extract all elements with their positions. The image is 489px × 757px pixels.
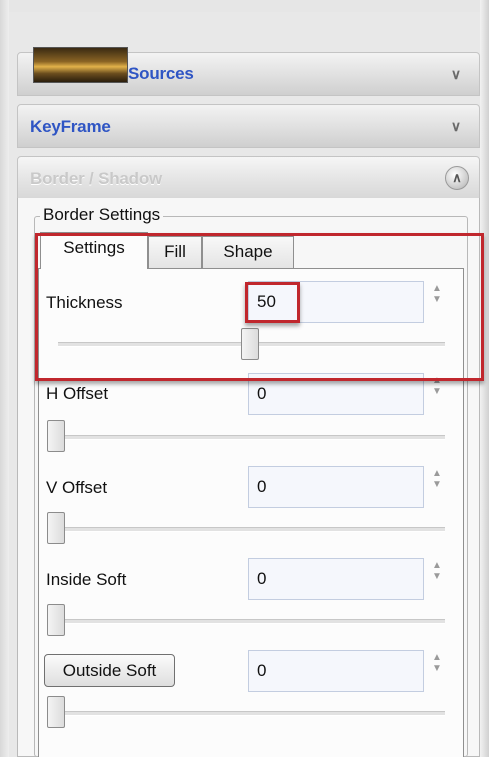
outside-soft-slider-track[interactable] (58, 711, 445, 716)
chevron-double-down-icon[interactable]: ∨ (447, 117, 465, 135)
tab-settings[interactable]: Settings (40, 232, 148, 269)
outside-soft-slider-thumb[interactable] (47, 696, 65, 728)
keyframe-label: KeyFrame (30, 117, 111, 136)
inside-soft-value: 0 (257, 569, 267, 588)
thickness-label: Thickness (46, 293, 123, 312)
v-offset-value: 0 (257, 477, 267, 496)
inside-soft-input[interactable]: 0 (248, 558, 424, 600)
v-offset-input[interactable]: 0 (248, 466, 424, 508)
window-right-edge (480, 0, 489, 757)
v-offset-label: V Offset (46, 478, 108, 497)
border-shadow-label: Border / Shadow (30, 169, 163, 188)
chevron-double-up-icon[interactable]: ∧ (445, 166, 469, 190)
outside-soft-button[interactable]: Outside Soft (44, 654, 175, 687)
thickness-spin-arrows-icon[interactable]: ▲ ▼ (428, 283, 446, 323)
source-thumbnail (33, 47, 128, 83)
border-settings-title: Border Settings (40, 205, 164, 225)
h-offset-input[interactable]: 0 (248, 373, 424, 415)
window-left-edge (0, 0, 9, 757)
thickness-input[interactable]: 50 (248, 281, 424, 323)
h-offset-label: H Offset (46, 384, 109, 403)
sources-label: Sources (128, 64, 194, 83)
v-offset-slider-thumb[interactable] (47, 512, 65, 544)
chevron-double-down-icon[interactable]: ∨ (447, 65, 465, 83)
v-offset-slider-track[interactable] (58, 527, 445, 532)
h-offset-slider-thumb[interactable] (47, 420, 65, 452)
tab-shape[interactable]: Shape (202, 236, 294, 268)
outside-soft-value: 0 (257, 661, 267, 680)
h-offset-spin-arrows-icon[interactable]: ▲ ▼ (428, 375, 446, 415)
sources-panel-header[interactable]: Sources ∨ (17, 47, 480, 96)
keyframe-panel-header[interactable]: KeyFrame ∨ (17, 104, 480, 148)
h-offset-slider-track[interactable] (58, 435, 445, 440)
inside-soft-spin-arrows-icon[interactable]: ▲ ▼ (428, 560, 446, 600)
border-shadow-panel-header[interactable]: Border / Shadow ∧ (17, 156, 480, 199)
tab-fill[interactable]: Fill (148, 236, 202, 268)
h-offset-value: 0 (257, 384, 267, 403)
thickness-slider-thumb[interactable] (241, 328, 259, 360)
window-top-edge (0, 0, 489, 12)
v-offset-spin-arrows-icon[interactable]: ▲ ▼ (428, 468, 446, 508)
inside-soft-slider-track[interactable] (58, 619, 445, 624)
outside-soft-input[interactable]: 0 (248, 650, 424, 692)
inside-soft-label: Inside Soft (46, 570, 127, 589)
outside-soft-spin-arrows-icon[interactable]: ▲ ▼ (428, 652, 446, 692)
thickness-value: 50 (257, 292, 276, 311)
border-shadow-panel-window: Sources ∨ KeyFrame ∨ Border / Shadow ∧ B… (0, 0, 489, 757)
inside-soft-slider-thumb[interactable] (47, 604, 65, 636)
